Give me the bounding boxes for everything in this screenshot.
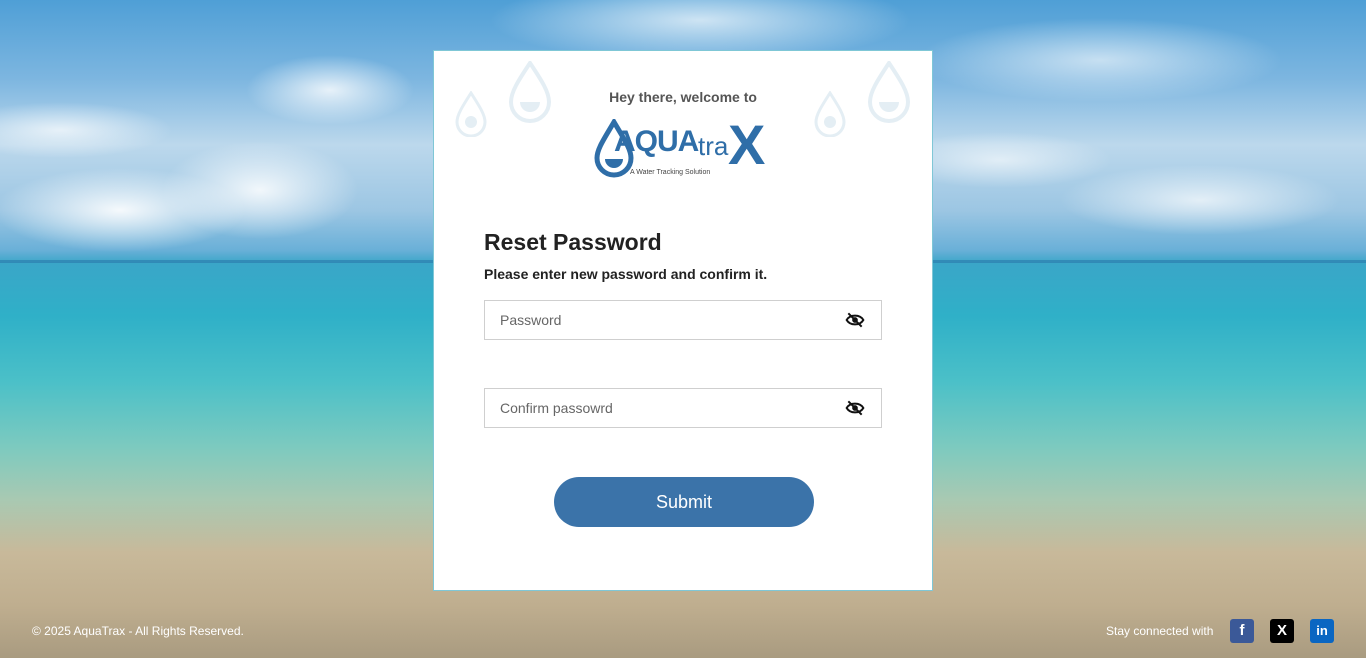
eye-slash-icon[interactable] <box>845 399 865 417</box>
page-subtitle: Please enter new password and confirm it… <box>484 266 768 282</box>
confirm-password-field <box>484 388 882 428</box>
page-title: Reset Password <box>484 229 662 255</box>
logo-tra-text: tra <box>698 131 729 161</box>
confirm-password-input[interactable] <box>485 389 825 427</box>
logo-x-text: X <box>728 113 766 176</box>
password-field <box>484 300 882 340</box>
logo-tagline: A Water Tracking Solution <box>630 169 711 176</box>
facebook-icon[interactable]: f <box>1230 619 1254 643</box>
stay-connected-text: Stay connected with <box>1106 624 1214 638</box>
eye-slash-icon[interactable] <box>845 311 865 329</box>
linkedin-icon[interactable]: in <box>1310 619 1334 643</box>
logo-aqua-text: AQUA <box>614 125 699 158</box>
x-twitter-icon[interactable]: X <box>1270 619 1294 643</box>
copyright-text: © 2025 AquaTrax - All Rights Reserved. <box>32 624 244 638</box>
welcome-text: Hey there, welcome to <box>609 89 757 105</box>
submit-button[interactable]: Submit <box>554 477 814 527</box>
aquatrax-logo: AQUA tra X A Water Tracking Solution <box>594 117 774 183</box>
reset-password-card: Hey there, welcome to AQUA tra X A Water… <box>433 50 933 591</box>
password-input[interactable] <box>485 301 825 339</box>
